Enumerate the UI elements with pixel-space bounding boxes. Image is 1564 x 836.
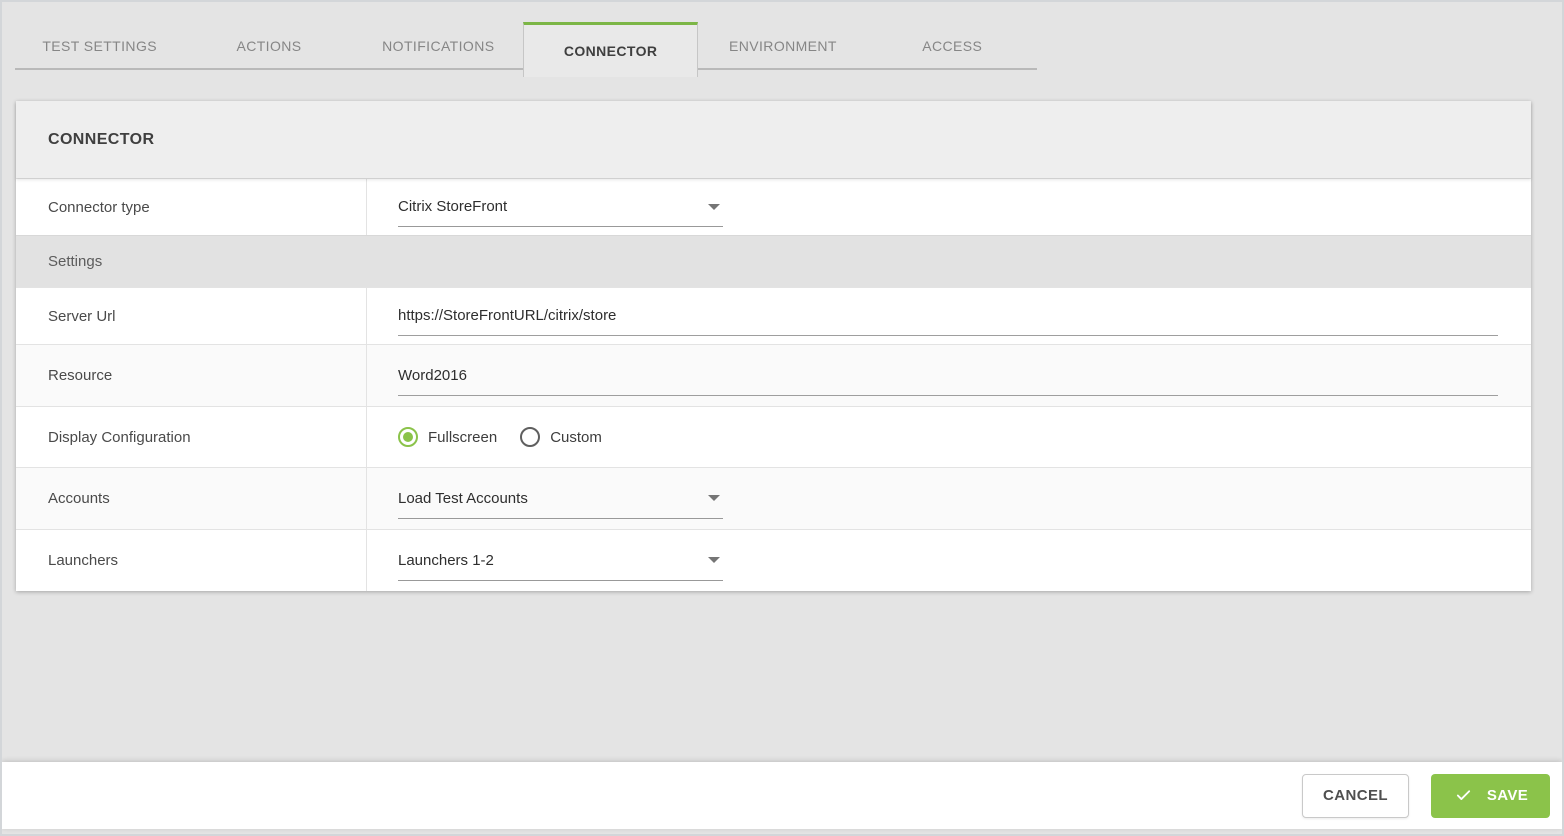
server-url-row: Server Url https://StoreFrontURL/citrix/… [16,287,1531,344]
tab-test-settings[interactable]: TEST SETTINGS [15,22,184,70]
accounts-label: Accounts [16,468,367,529]
launchers-dropdown[interactable]: Launchers 1-2 [398,541,723,581]
radio-fullscreen-label: Fullscreen [428,429,497,446]
accounts-row: Accounts Load Test Accounts [16,467,1531,529]
connector-type-value: Citrix StoreFront [398,198,507,215]
server-url-input[interactable]: https://StoreFrontURL/citrix/store [398,296,1498,336]
display-configuration-label: Display Configuration [16,407,367,467]
radio-custom-label: Custom [550,429,602,446]
radio-unselected-icon [520,427,540,447]
panel-title: CONNECTOR [16,101,1531,178]
accounts-dropdown[interactable]: Load Test Accounts [398,479,723,519]
server-url-label: Server Url [16,288,367,344]
radio-selected-icon [398,427,418,447]
chevron-down-icon [708,495,720,501]
save-button-label: SAVE [1487,787,1528,804]
connector-type-dropdown[interactable]: Citrix StoreFront [398,187,723,227]
launchers-value: Launchers 1-2 [398,552,494,569]
tab-environment[interactable]: ENVIRONMENT [698,22,867,70]
display-configuration-row: Display Configuration Fullscreen Custom [16,406,1531,467]
action-bar: CANCEL SAVE [2,762,1562,829]
accounts-value: Load Test Accounts [398,490,528,507]
radio-custom[interactable]: Custom [520,427,602,447]
connector-type-label: Connector type [16,179,367,235]
cancel-button[interactable]: CANCEL [1302,774,1409,818]
launchers-label: Launchers [16,530,367,591]
server-url-value: https://StoreFrontURL/citrix/store [398,307,616,324]
save-button[interactable]: SAVE [1431,774,1550,818]
tab-bar: TEST SETTINGS ACTIONS NOTIFICATIONS CONN… [15,22,1037,70]
check-icon [1453,787,1474,804]
chevron-down-icon [708,204,720,210]
tab-actions[interactable]: ACTIONS [184,22,353,70]
settings-section-label: Settings [48,253,102,270]
app-window: TEST SETTINGS ACTIONS NOTIFICATIONS CONN… [0,0,1564,836]
settings-section-header: Settings [16,235,1531,287]
resource-value: Word2016 [398,367,467,384]
tab-access[interactable]: ACCESS [868,22,1037,70]
connector-panel: CONNECTOR Connector type Citrix StoreFro… [16,101,1531,591]
tab-connector[interactable]: CONNECTOR [523,22,698,77]
chevron-down-icon [708,557,720,563]
connector-type-row: Connector type Citrix StoreFront [16,178,1531,235]
resource-input[interactable]: Word2016 [398,356,1498,396]
launchers-row: Launchers Launchers 1-2 [16,529,1531,591]
resource-label: Resource [16,345,367,406]
display-configuration-radio-group: Fullscreen Custom [398,427,602,447]
resource-row: Resource Word2016 [16,344,1531,406]
tab-notifications[interactable]: NOTIFICATIONS [354,22,523,70]
radio-fullscreen[interactable]: Fullscreen [398,427,497,447]
